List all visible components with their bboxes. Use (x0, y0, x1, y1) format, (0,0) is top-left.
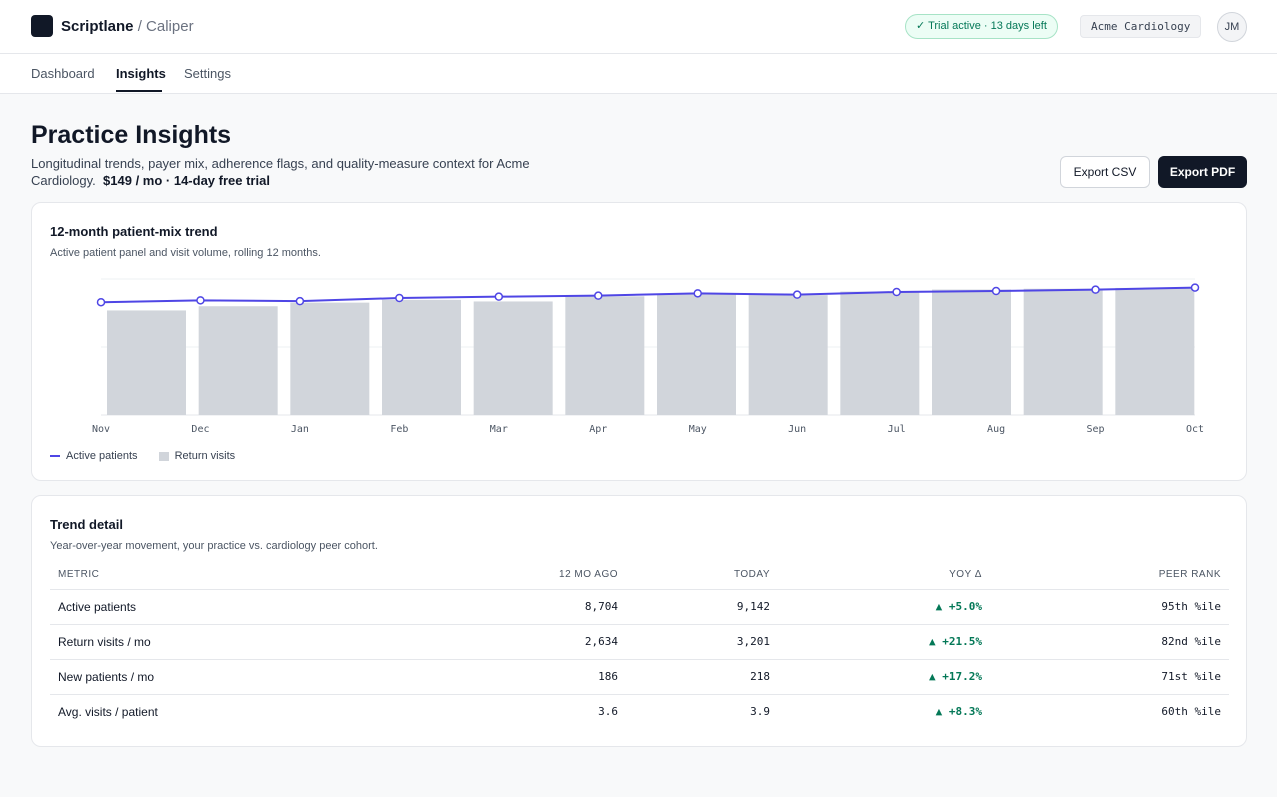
user-avatar[interactable]: JM (1217, 12, 1247, 42)
bar-return-visits (657, 293, 736, 415)
legend-line-swatch (50, 455, 60, 458)
bar-return-visits (198, 306, 278, 415)
trial-status-badge: ✓ Trial active · 13 days left (905, 14, 1058, 39)
ago-cell: 186 (380, 659, 626, 695)
point-active-patients (991, 286, 1001, 296)
table-subtitle: Year-over-year movement, your practice v… (50, 540, 378, 552)
x-tick-label: Apr (589, 424, 607, 435)
today-cell: 3,201 (626, 624, 778, 660)
tab-dashboard[interactable]: Dashboard (31, 66, 95, 82)
x-tick-label: Nov (92, 424, 110, 435)
top-bar: Scriptlane / Caliper ✓ Trial active · 13… (0, 0, 1277, 54)
page-title: Practice Insights (31, 121, 232, 149)
yoy-cell: ▲ +5.0% (778, 589, 990, 625)
col-header-yoy[interactable]: YOY Δ (778, 560, 990, 590)
today-cell: 218 (626, 659, 778, 695)
yoy-cell: ▲ +8.3% (935, 705, 982, 719)
point-active-patients (792, 290, 802, 299)
table-row[interactable]: Return visits / mo 2,634 3,201 ▲ +21.5% … (50, 624, 1229, 660)
export-pdf-button[interactable]: Export PDF (1158, 156, 1247, 188)
bar-return-visits (748, 295, 828, 415)
rank-cell: 71st %ile (990, 659, 1229, 695)
point-active-patients (494, 292, 504, 301)
point-active-patients (693, 289, 702, 298)
point-active-patients (295, 296, 305, 306)
point-active-patients (594, 291, 603, 300)
today-cell: 3.9 (750, 705, 770, 719)
col-header-12mo-ago[interactable]: 12 MO AGO (380, 560, 626, 590)
metric-cell: Avg. visits / patient (58, 704, 158, 719)
chart-legend: Active patients Return visits (50, 449, 235, 463)
today-cell: 9,142 (626, 589, 778, 625)
export-csv-button[interactable]: Export CSV (1060, 156, 1150, 188)
bar-return-visits (290, 302, 370, 415)
col-header-peer-rank[interactable]: PEER RANK (990, 560, 1229, 590)
point-active-patients (892, 287, 901, 297)
ago-cell: 3.6 (598, 705, 618, 719)
bar-return-visits (565, 296, 645, 415)
yoy-cell: ▲ +17.2% (778, 659, 990, 695)
col-header-metric[interactable]: METRIC (50, 560, 380, 590)
col-header-today[interactable]: TODAY (626, 560, 778, 590)
x-tick-label: Dec (191, 424, 209, 435)
logo-icon[interactable] (31, 15, 53, 37)
legend-active-patients: Active patients (66, 450, 138, 462)
x-tick-label: Jun (788, 424, 806, 435)
metric-cell: New patients / mo (50, 659, 380, 695)
ago-cell: 8,704 (380, 589, 626, 625)
org-switcher[interactable]: Acme Cardiology (1080, 15, 1202, 38)
point-active-patients (196, 296, 205, 305)
metric-cell: Active patients (50, 589, 380, 625)
trend-detail-card: Trend detail Year-over-year movement, yo… (31, 495, 1247, 747)
x-tick-label: May (689, 424, 707, 435)
table-row[interactable]: Active patients 8,704 9,142 ▲ +5.0% 95th… (50, 589, 1229, 625)
bar-return-visits (1115, 287, 1195, 415)
pricing-text: $149 / mo · 14-day free trial (103, 173, 270, 188)
point-active-patients (1091, 285, 1100, 294)
table-header-row: METRIC 12 MO AGO TODAY YOY Δ PEER RANK (50, 560, 1229, 590)
point-active-patients (1190, 283, 1200, 292)
legend-return-visits: Return visits (174, 450, 236, 462)
page-subtitle: Longitudinal trends, payer mix, adherenc… (31, 155, 551, 189)
tab-insights[interactable]: Insights (116, 66, 166, 82)
table-title: Trend detail (50, 517, 123, 532)
x-tick-label: Mar (490, 424, 508, 435)
x-tick-label: Sep (1087, 424, 1105, 435)
point-active-patients (395, 293, 404, 303)
brand[interactable]: Scriptlane / Caliper (61, 17, 194, 37)
rank-cell: 60th %ile (1161, 705, 1221, 719)
rank-cell: 82nd %ile (990, 624, 1229, 660)
trend-chart-card: 12-month patient-mix trend Active patien… (31, 202, 1247, 481)
ago-cell: 2,634 (380, 624, 626, 660)
tab-settings[interactable]: Settings (184, 66, 231, 82)
product-name: Caliper (146, 18, 194, 35)
bar-return-visits (840, 291, 920, 415)
bar-return-visits (107, 310, 186, 415)
x-tick-label: Oct (1186, 424, 1204, 435)
x-tick-label: Jan (291, 424, 309, 435)
point-active-patients (96, 297, 106, 307)
trend-detail-table: METRIC 12 MO AGO TODAY YOY Δ PEER RANK A… (50, 560, 1229, 729)
bar-return-visits (382, 299, 461, 415)
x-tick-label: Jul (888, 424, 906, 435)
table-row[interactable]: Avg. visits / patient 3.6 3.9 ▲ +8.3% 60… (50, 694, 1229, 729)
brand-name: Scriptlane (61, 18, 134, 35)
metric-cell: Return visits / mo (50, 624, 380, 660)
legend-bar-swatch (158, 451, 169, 461)
table-row[interactable]: New patients / mo 186 218 ▲ +17.2% 71st … (50, 659, 1229, 695)
active-tab-indicator (116, 90, 162, 92)
x-tick-label: Aug (987, 424, 1005, 435)
tab-bar: Dashboard Insights Settings (0, 54, 1277, 94)
x-tick-label: Feb (390, 424, 408, 435)
yoy-cell: ▲ +21.5% (778, 624, 990, 660)
bar-return-visits (1023, 288, 1103, 415)
brand-separator: / (137, 18, 142, 35)
trend-chart: Nov Dec Jan Feb Mar Apr May Jun Jul Aug Sep Oct (92, 278, 1204, 435)
bar-return-visits (932, 289, 1011, 415)
rank-cell: 95th %ile (990, 589, 1229, 625)
bar-return-visits (473, 301, 553, 415)
